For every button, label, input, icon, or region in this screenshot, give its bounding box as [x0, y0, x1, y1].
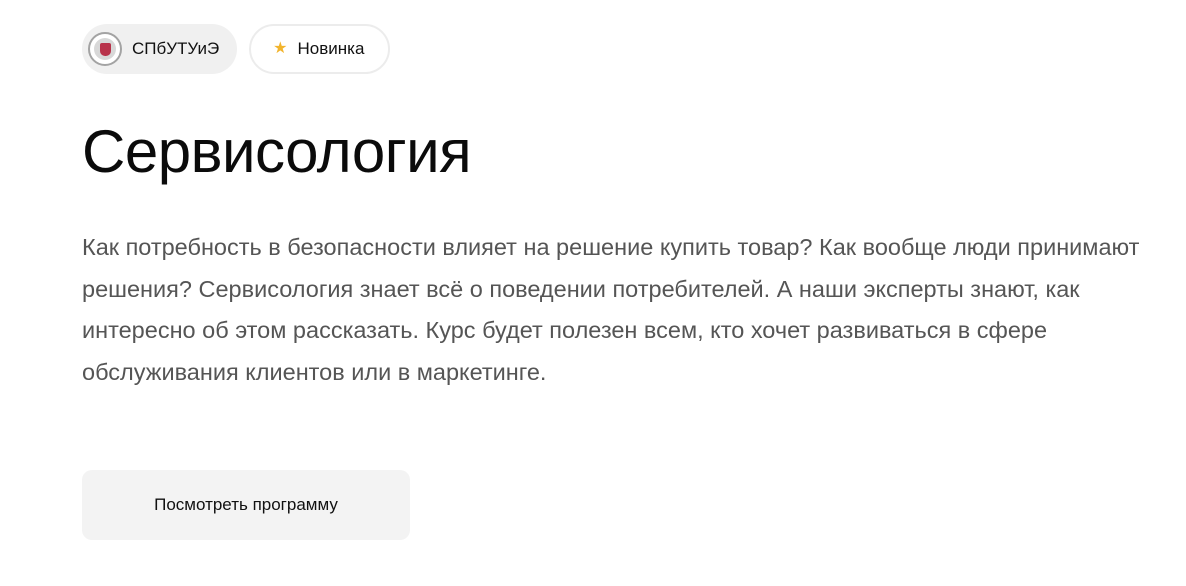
badge-row: СПбУТУиЭ ★ Новинка	[82, 24, 391, 74]
view-program-button[interactable]: Посмотреть программу	[82, 470, 410, 540]
university-badge[interactable]: СПбУТУиЭ	[82, 24, 238, 74]
new-badge: ★ Новинка	[249, 24, 391, 74]
course-title: Сервисология	[82, 118, 472, 185]
university-badge-label: СПбУТУиЭ	[132, 39, 220, 58]
star-icon: ★	[273, 40, 288, 57]
course-card: СПбУТУиЭ ★ Новинка Сервисология Как потр…	[0, 0, 1186, 586]
course-description: Как потребность в безопасности влияет на…	[82, 234, 1140, 385]
university-logo-icon	[88, 32, 122, 66]
new-badge-label: Новинка	[297, 39, 365, 58]
